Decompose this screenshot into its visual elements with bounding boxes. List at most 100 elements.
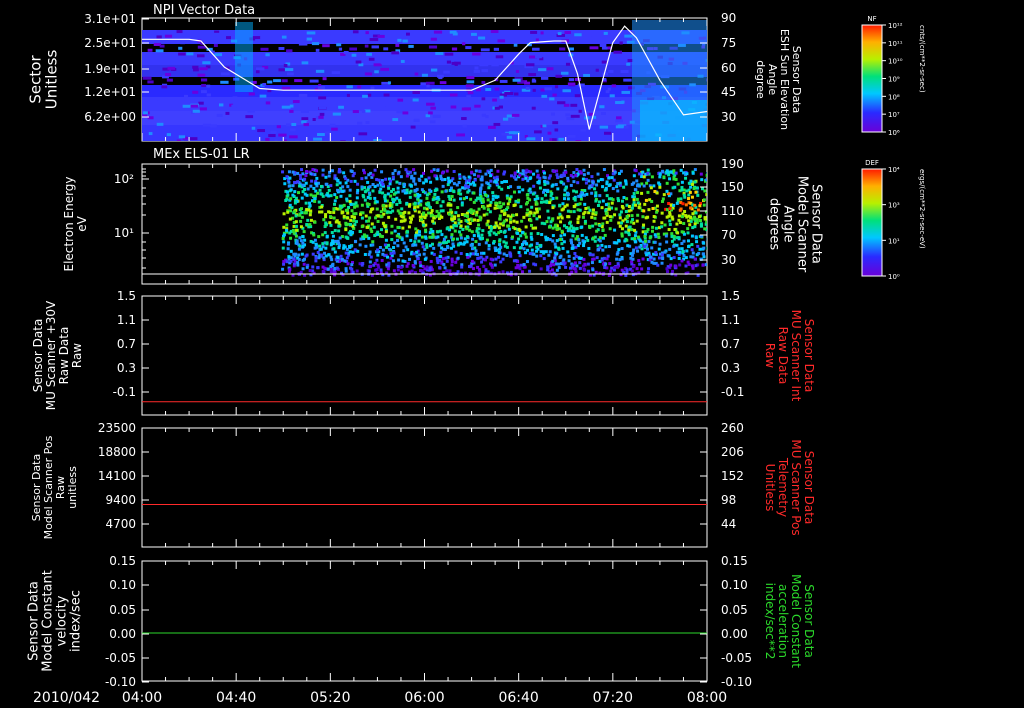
heatmap-cell (429, 180, 433, 184)
heatmap-cell (611, 104, 618, 108)
heatmap-cell (371, 45, 379, 49)
heatmap-cell (588, 226, 592, 230)
heatmap-cell (494, 195, 498, 199)
heatmap-cell (574, 33, 582, 37)
heatmap-cell (542, 190, 546, 194)
heatmap-cell (255, 70, 260, 74)
heatmap-cell (163, 105, 168, 109)
heatmap-cell (511, 113, 520, 117)
heatmap-cell (697, 251, 701, 255)
y-right-axis-label: degree (754, 60, 767, 99)
heatmap-cell (690, 248, 694, 252)
heatmap-cell (502, 230, 506, 234)
heatmap-cell (540, 88, 545, 92)
heatmap-cell (613, 228, 617, 232)
heatmap-cell (502, 212, 506, 216)
heatmap-cell (329, 269, 333, 273)
heatmap-cell (472, 200, 476, 204)
heatmap-cell (539, 200, 543, 204)
heatmap-cell (467, 91, 474, 95)
heatmap-cell (551, 234, 555, 238)
heatmap-cell (540, 233, 544, 237)
heatmap-cell (459, 236, 463, 240)
heatmap-cell (318, 96, 327, 100)
heatmap-cell (603, 31, 608, 35)
heatmap-cell (278, 133, 287, 137)
heatmap-cell (322, 77, 327, 81)
heatmap-cell (347, 205, 351, 209)
heatmap-cell (156, 122, 164, 126)
heatmap-cell (528, 198, 532, 202)
heatmap-cell (503, 244, 507, 248)
heatmap-cell (498, 214, 502, 218)
heatmap-cell (605, 180, 609, 184)
heatmap-cell (555, 173, 559, 177)
heatmap-cell (486, 270, 490, 274)
heatmap-cell (604, 262, 608, 266)
heatmap-cell (309, 79, 319, 83)
heatmap-cell (305, 265, 309, 269)
heatmap-cell (540, 76, 549, 80)
heatmap-cell (562, 240, 566, 244)
heatmap-cell (352, 202, 356, 206)
colorbar-tick-label: 10⁸ (888, 93, 900, 101)
y-left-tick-label: 0.05 (109, 603, 136, 617)
heatmap-cell (440, 215, 444, 219)
heatmap-cell (396, 209, 400, 213)
heatmap-cell (538, 186, 542, 190)
heatmap-cell (476, 252, 480, 256)
heatmap-cell (660, 261, 664, 265)
heatmap-cell (478, 189, 482, 193)
heatmap-cell (392, 198, 396, 202)
heatmap-cell (381, 191, 385, 195)
heatmap-cell (319, 112, 325, 116)
y-right-axis-label: Sensor Data (802, 584, 816, 658)
heatmap-cell (449, 225, 453, 229)
heatmap-cell (690, 234, 694, 238)
heatmap-cell (197, 73, 202, 77)
heatmap-cell (441, 209, 445, 213)
heatmap-cell (644, 198, 648, 202)
heatmap-cell (396, 186, 400, 190)
heatmap-cell (500, 180, 504, 184)
heatmap-cell (484, 172, 488, 176)
heatmap-cell (581, 177, 585, 181)
heatmap-cell (213, 32, 223, 36)
heatmap-cell (459, 224, 463, 228)
heatmap-cell (647, 240, 651, 244)
heatmap-cell (590, 191, 594, 195)
heatmap-cell (333, 199, 337, 203)
heatmap-cell (429, 120, 436, 124)
heatmap-cell (411, 264, 415, 268)
heatmap-cell (298, 236, 302, 240)
heatmap-cell (441, 178, 445, 182)
heatmap-cell (444, 52, 454, 56)
heatmap-cell (625, 270, 629, 274)
heatmap-cell (298, 173, 302, 177)
heatmap-cell (467, 175, 471, 179)
heatmap-cell (340, 257, 344, 261)
heatmap-cell (461, 186, 465, 190)
heatmap-cell (442, 270, 446, 274)
heatmap-cell (528, 177, 532, 181)
heatmap-cell (391, 259, 395, 263)
heatmap-cell (424, 178, 428, 182)
heatmap-cell (199, 67, 208, 71)
heatmap-cell (636, 201, 640, 205)
heatmap-cell (303, 123, 310, 127)
heatmap-cell (232, 96, 238, 100)
heatmap-cell (282, 262, 286, 266)
y-left-axis-label: eV (75, 215, 89, 231)
y-right-axis-label: MU Scanner Pos (789, 439, 803, 535)
heatmap-cell (608, 262, 612, 266)
heatmap-cell (348, 199, 352, 203)
heatmap-cell (551, 226, 555, 230)
heatmap-cell (601, 60, 607, 64)
heatmap-cell (463, 214, 467, 218)
heatmap-cell (599, 125, 609, 129)
heatmap-cell (476, 174, 480, 178)
heatmap-cell (658, 172, 662, 176)
heatmap-cell (555, 74, 563, 78)
heatmap-cell (293, 180, 297, 184)
heatmap-cell (327, 194, 331, 198)
